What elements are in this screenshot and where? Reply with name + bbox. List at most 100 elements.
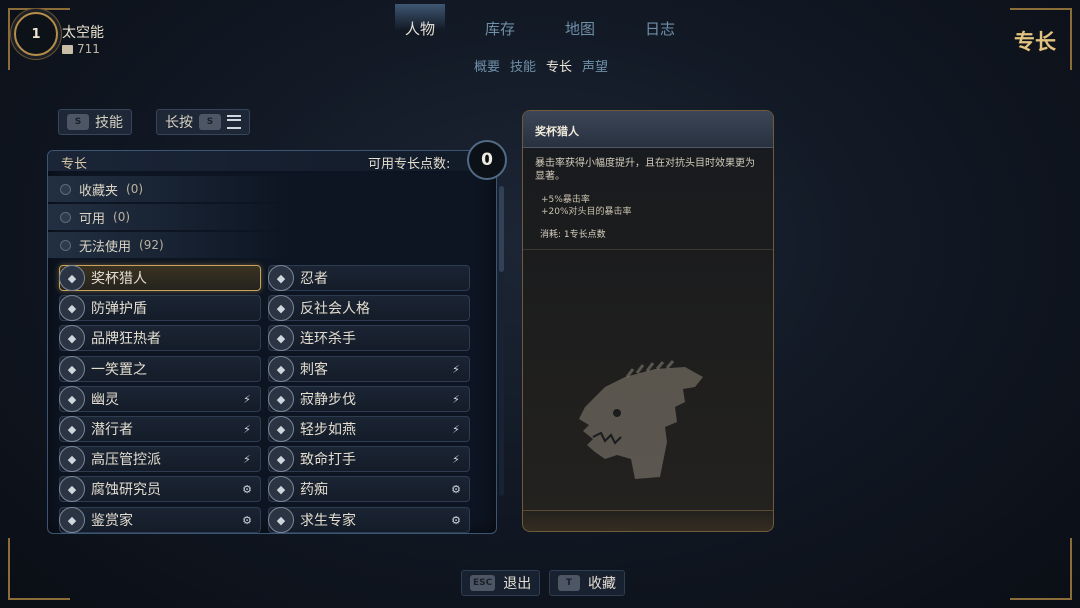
detail-bonus-1: +5%暴击率 xyxy=(541,195,590,205)
corner-ornament-bottom-right xyxy=(1010,538,1072,600)
perk-label: 幽灵 xyxy=(91,392,119,408)
sneak-icon: ⚡ xyxy=(243,392,251,406)
tab-journal[interactable]: 日志 xyxy=(641,18,679,39)
sneak-icon: ⚡ xyxy=(452,362,460,376)
brand-icon: ◆ xyxy=(59,325,85,351)
trophy-icon: ◆ xyxy=(59,265,85,291)
perk-item[interactable]: ◆ 连环杀手 xyxy=(268,325,470,351)
key-hint: S xyxy=(199,114,221,130)
subtab-overview[interactable]: 概要 xyxy=(474,56,500,75)
pill-icon: ◆ xyxy=(268,476,294,502)
sneak-icon: ⚡ xyxy=(452,392,460,406)
perk-item[interactable]: ◆ 寂静步伐 ⚡ xyxy=(268,386,470,412)
subtab-perks[interactable]: 专长 xyxy=(546,56,572,75)
perk-item[interactable]: ◆ 鉴赏家 ⚙ xyxy=(59,507,261,533)
sneak-icon: ⚡ xyxy=(452,452,460,466)
corner-ornament-bottom-left xyxy=(8,538,70,600)
perk-label: 反社会人格 xyxy=(300,301,370,317)
perk-item[interactable]: ◆ 忍者 xyxy=(268,265,470,291)
gear-icon: ⚙ xyxy=(451,482,461,496)
perk-item[interactable]: ◆ 高压管控派 ⚡ xyxy=(59,446,261,472)
detail-description: 暴击率获得小幅度提升，且在对抗头目时效果更为显著。 xyxy=(535,158,755,182)
tab-map[interactable]: 地图 xyxy=(561,18,599,39)
category-unavailable[interactable]: 无法使用 (92) xyxy=(48,232,290,258)
deadly-striker-icon: ◆ xyxy=(268,446,294,472)
tab-inventory[interactable]: 库存 xyxy=(481,18,519,39)
currency-display: 711 xyxy=(62,42,100,56)
favorite-button[interactable]: T 收藏 xyxy=(549,570,625,596)
category-favorites[interactable]: 收藏夹 (0) xyxy=(48,176,290,202)
page-title: 专长 xyxy=(1014,30,1056,54)
perk-item[interactable]: ◆ 轻步如燕 ⚡ xyxy=(268,416,470,442)
category-count: (0) xyxy=(113,210,131,224)
perk-item[interactable]: ◆ 刺客 ⚡ xyxy=(268,356,470,382)
key-hint: ESC xyxy=(470,575,496,591)
sort-button[interactable]: 长按 S xyxy=(156,109,250,135)
sneak-icon: ⚡ xyxy=(452,422,460,436)
connoisseur-icon: ◆ xyxy=(59,507,85,533)
prowler-icon: ◆ xyxy=(59,416,85,442)
perk-item[interactable]: ◆ 致命打手 ⚡ xyxy=(268,446,470,472)
gear-icon: ⚙ xyxy=(242,513,252,527)
subtab-reputation[interactable]: 声望 xyxy=(582,56,608,75)
perk-label: 腐蚀研究员 xyxy=(91,482,161,498)
key-hint: S xyxy=(67,114,89,130)
perk-label: 品牌狂热者 xyxy=(91,331,161,347)
sneak-icon: ⚡ xyxy=(243,452,251,466)
hold-label: 长按 xyxy=(165,115,193,131)
corrosion-icon: ◆ xyxy=(59,476,85,502)
category-available[interactable]: 可用 (0) xyxy=(48,204,290,230)
perk-label: 奖杯猎人 xyxy=(91,271,147,287)
exit-label: 退出 xyxy=(503,576,532,592)
card-bottom-ornament xyxy=(523,510,773,531)
perk-label: 求生专家 xyxy=(300,513,356,529)
shield-icon: ◆ xyxy=(59,295,85,321)
perk-detail-card: 奖杯猎人 暴击率获得小幅度提升，且在对抗头目时效果更为显著。 +5%暴击率 +2… xyxy=(522,110,774,532)
perk-item[interactable]: ◆ 奖杯猎人 xyxy=(59,265,261,291)
laugh-icon: ◆ xyxy=(59,356,85,382)
sub-tabs: 概要 技能 专长 声望 xyxy=(0,56,1080,75)
subtab-skills[interactable]: 技能 xyxy=(510,56,536,75)
scrollbar-thumb[interactable] xyxy=(499,186,504,272)
serial-killer-icon: ◆ xyxy=(268,325,294,351)
pressure-icon: ◆ xyxy=(59,446,85,472)
currency-icon xyxy=(62,44,73,54)
available-points-label: 可用专长点数: xyxy=(368,157,451,172)
perk-label: 鉴赏家 xyxy=(91,513,133,529)
gear-icon: ⚙ xyxy=(451,513,461,527)
perk-item[interactable]: ◆ 品牌狂热者 xyxy=(59,325,261,351)
expand-icon xyxy=(60,239,71,251)
perk-label: 一笑置之 xyxy=(91,362,147,378)
assassin-icon: ◆ xyxy=(268,356,294,382)
perk-item[interactable]: ◆ 幽灵 ⚡ xyxy=(59,386,261,412)
favorite-label: 收藏 xyxy=(588,576,616,592)
skills-filter-button[interactable]: S 技能 xyxy=(58,109,132,135)
perk-item[interactable]: ◆ 一笑置之 xyxy=(59,356,261,382)
sort-icon xyxy=(227,115,241,129)
perk-label: 防弹护盾 xyxy=(91,301,147,317)
perk-item[interactable]: ◆ 腐蚀研究员 ⚙ xyxy=(59,476,261,502)
tab-character[interactable]: 人物 xyxy=(394,4,446,39)
silent-step-icon: ◆ xyxy=(268,386,294,412)
perk-item[interactable]: ◆ 求生专家 ⚙ xyxy=(268,507,470,533)
perk-list-panel: 专长 可用专长点数: 收藏夹 (0) 可用 (0) 无法使用 (92) ◆ 奖杯猎… xyxy=(47,150,497,534)
perk-label: 药痴 xyxy=(300,482,328,498)
light-step-icon: ◆ xyxy=(268,416,294,442)
perk-label: 潜行者 xyxy=(91,422,133,438)
perk-item[interactable]: ◆ 药痴 ⚙ xyxy=(268,476,470,502)
perk-label: 轻步如燕 xyxy=(300,422,356,438)
available-points-badge: 0 xyxy=(467,140,507,180)
perk-label: 忍者 xyxy=(300,271,328,287)
sociopath-icon: ◆ xyxy=(268,295,294,321)
sneak-icon: ⚡ xyxy=(243,422,251,436)
panel-title: 专长 xyxy=(61,157,88,172)
detail-title: 奖杯猎人 xyxy=(535,125,579,138)
category-count: (0) xyxy=(126,182,144,196)
detail-bonus-2: +20%对头目的暴击率 xyxy=(541,207,632,217)
exit-button[interactable]: ESC 退出 xyxy=(461,570,541,596)
category-label: 收藏夹 xyxy=(79,183,119,199)
perk-item[interactable]: ◆ 潜行者 ⚡ xyxy=(59,416,261,442)
perk-item[interactable]: ◆ 防弹护盾 xyxy=(59,295,261,321)
perk-label: 致命打手 xyxy=(300,452,356,468)
perk-item[interactable]: ◆ 反社会人格 xyxy=(268,295,470,321)
